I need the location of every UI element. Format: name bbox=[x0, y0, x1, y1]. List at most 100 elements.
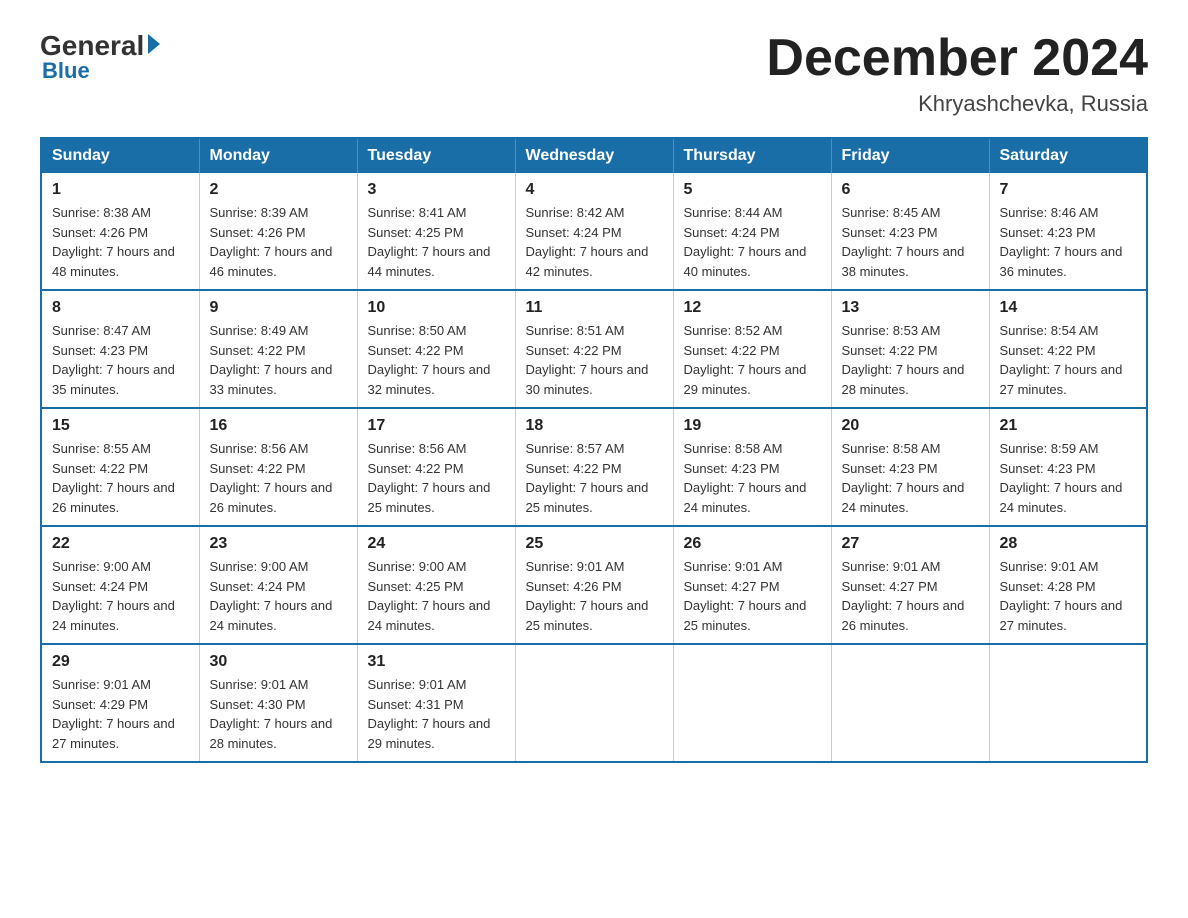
day-number: 4 bbox=[526, 181, 663, 199]
day-number: 15 bbox=[52, 417, 189, 435]
day-cell: 9 Sunrise: 8:49 AM Sunset: 4:22 PM Dayli… bbox=[199, 290, 357, 408]
day-cell: 19 Sunrise: 8:58 AM Sunset: 4:23 PM Dayl… bbox=[673, 408, 831, 526]
day-info: Sunrise: 8:49 AM Sunset: 4:22 PM Dayligh… bbox=[210, 321, 347, 399]
day-cell: 7 Sunrise: 8:46 AM Sunset: 4:23 PM Dayli… bbox=[989, 173, 1147, 290]
day-info: Sunrise: 9:01 AM Sunset: 4:29 PM Dayligh… bbox=[52, 675, 189, 753]
day-cell: 13 Sunrise: 8:53 AM Sunset: 4:22 PM Dayl… bbox=[831, 290, 989, 408]
col-wednesday: Wednesday bbox=[515, 138, 673, 173]
day-number: 16 bbox=[210, 417, 347, 435]
day-info: Sunrise: 9:01 AM Sunset: 4:27 PM Dayligh… bbox=[684, 557, 821, 635]
day-cell: 8 Sunrise: 8:47 AM Sunset: 4:23 PM Dayli… bbox=[41, 290, 199, 408]
col-tuesday: Tuesday bbox=[357, 138, 515, 173]
day-number: 10 bbox=[368, 299, 505, 317]
day-number: 29 bbox=[52, 653, 189, 671]
day-cell: 26 Sunrise: 9:01 AM Sunset: 4:27 PM Dayl… bbox=[673, 526, 831, 644]
day-number: 30 bbox=[210, 653, 347, 671]
day-info: Sunrise: 8:46 AM Sunset: 4:23 PM Dayligh… bbox=[1000, 203, 1137, 281]
day-number: 13 bbox=[842, 299, 979, 317]
logo-arrow-icon bbox=[148, 34, 160, 54]
day-cell: 27 Sunrise: 9:01 AM Sunset: 4:27 PM Dayl… bbox=[831, 526, 989, 644]
day-info: Sunrise: 8:54 AM Sunset: 4:22 PM Dayligh… bbox=[1000, 321, 1137, 399]
day-info: Sunrise: 9:01 AM Sunset: 4:30 PM Dayligh… bbox=[210, 675, 347, 753]
day-info: Sunrise: 8:56 AM Sunset: 4:22 PM Dayligh… bbox=[368, 439, 505, 517]
day-number: 25 bbox=[526, 535, 663, 553]
day-cell: 16 Sunrise: 8:56 AM Sunset: 4:22 PM Dayl… bbox=[199, 408, 357, 526]
day-cell: 5 Sunrise: 8:44 AM Sunset: 4:24 PM Dayli… bbox=[673, 173, 831, 290]
day-number: 9 bbox=[210, 299, 347, 317]
day-info: Sunrise: 9:00 AM Sunset: 4:24 PM Dayligh… bbox=[52, 557, 189, 635]
day-cell: 6 Sunrise: 8:45 AM Sunset: 4:23 PM Dayli… bbox=[831, 173, 989, 290]
day-info: Sunrise: 9:01 AM Sunset: 4:27 PM Dayligh… bbox=[842, 557, 979, 635]
title-block: December 2024 Khryashchevka, Russia bbox=[766, 30, 1148, 117]
empty-cell bbox=[673, 644, 831, 762]
day-info: Sunrise: 8:50 AM Sunset: 4:22 PM Dayligh… bbox=[368, 321, 505, 399]
col-friday: Friday bbox=[831, 138, 989, 173]
day-number: 17 bbox=[368, 417, 505, 435]
day-cell: 22 Sunrise: 9:00 AM Sunset: 4:24 PM Dayl… bbox=[41, 526, 199, 644]
day-number: 6 bbox=[842, 181, 979, 199]
day-info: Sunrise: 9:01 AM Sunset: 4:31 PM Dayligh… bbox=[368, 675, 505, 753]
day-cell: 10 Sunrise: 8:50 AM Sunset: 4:22 PM Dayl… bbox=[357, 290, 515, 408]
logo-blue-text: Blue bbox=[42, 58, 90, 84]
day-number: 26 bbox=[684, 535, 821, 553]
day-number: 7 bbox=[1000, 181, 1137, 199]
col-monday: Monday bbox=[199, 138, 357, 173]
col-sunday: Sunday bbox=[41, 138, 199, 173]
calendar-week-row: 15 Sunrise: 8:55 AM Sunset: 4:22 PM Dayl… bbox=[41, 408, 1147, 526]
calendar-week-row: 1 Sunrise: 8:38 AM Sunset: 4:26 PM Dayli… bbox=[41, 173, 1147, 290]
day-number: 1 bbox=[52, 181, 189, 199]
day-info: Sunrise: 8:55 AM Sunset: 4:22 PM Dayligh… bbox=[52, 439, 189, 517]
empty-cell bbox=[831, 644, 989, 762]
day-cell: 2 Sunrise: 8:39 AM Sunset: 4:26 PM Dayli… bbox=[199, 173, 357, 290]
day-cell: 14 Sunrise: 8:54 AM Sunset: 4:22 PM Dayl… bbox=[989, 290, 1147, 408]
day-cell: 21 Sunrise: 8:59 AM Sunset: 4:23 PM Dayl… bbox=[989, 408, 1147, 526]
day-cell: 4 Sunrise: 8:42 AM Sunset: 4:24 PM Dayli… bbox=[515, 173, 673, 290]
calendar-week-row: 22 Sunrise: 9:00 AM Sunset: 4:24 PM Dayl… bbox=[41, 526, 1147, 644]
day-info: Sunrise: 8:45 AM Sunset: 4:23 PM Dayligh… bbox=[842, 203, 979, 281]
empty-cell bbox=[989, 644, 1147, 762]
day-cell: 15 Sunrise: 8:55 AM Sunset: 4:22 PM Dayl… bbox=[41, 408, 199, 526]
day-cell: 18 Sunrise: 8:57 AM Sunset: 4:22 PM Dayl… bbox=[515, 408, 673, 526]
day-cell: 11 Sunrise: 8:51 AM Sunset: 4:22 PM Dayl… bbox=[515, 290, 673, 408]
day-info: Sunrise: 9:00 AM Sunset: 4:25 PM Dayligh… bbox=[368, 557, 505, 635]
day-number: 19 bbox=[684, 417, 821, 435]
day-cell: 1 Sunrise: 8:38 AM Sunset: 4:26 PM Dayli… bbox=[41, 173, 199, 290]
location-text: Khryashchevka, Russia bbox=[766, 91, 1148, 117]
day-number: 5 bbox=[684, 181, 821, 199]
day-info: Sunrise: 9:01 AM Sunset: 4:28 PM Dayligh… bbox=[1000, 557, 1137, 635]
day-info: Sunrise: 8:58 AM Sunset: 4:23 PM Dayligh… bbox=[684, 439, 821, 517]
day-number: 8 bbox=[52, 299, 189, 317]
day-number: 21 bbox=[1000, 417, 1137, 435]
day-cell: 25 Sunrise: 9:01 AM Sunset: 4:26 PM Dayl… bbox=[515, 526, 673, 644]
day-cell: 12 Sunrise: 8:52 AM Sunset: 4:22 PM Dayl… bbox=[673, 290, 831, 408]
calendar-week-row: 8 Sunrise: 8:47 AM Sunset: 4:23 PM Dayli… bbox=[41, 290, 1147, 408]
day-info: Sunrise: 8:38 AM Sunset: 4:26 PM Dayligh… bbox=[52, 203, 189, 281]
calendar-week-row: 29 Sunrise: 9:01 AM Sunset: 4:29 PM Dayl… bbox=[41, 644, 1147, 762]
calendar-table: Sunday Monday Tuesday Wednesday Thursday… bbox=[40, 137, 1148, 763]
day-number: 28 bbox=[1000, 535, 1137, 553]
day-info: Sunrise: 9:00 AM Sunset: 4:24 PM Dayligh… bbox=[210, 557, 347, 635]
day-info: Sunrise: 8:47 AM Sunset: 4:23 PM Dayligh… bbox=[52, 321, 189, 399]
logo: General Blue bbox=[40, 30, 160, 84]
day-number: 14 bbox=[1000, 299, 1137, 317]
col-saturday: Saturday bbox=[989, 138, 1147, 173]
day-info: Sunrise: 8:57 AM Sunset: 4:22 PM Dayligh… bbox=[526, 439, 663, 517]
day-cell: 31 Sunrise: 9:01 AM Sunset: 4:31 PM Dayl… bbox=[357, 644, 515, 762]
day-number: 27 bbox=[842, 535, 979, 553]
day-number: 3 bbox=[368, 181, 505, 199]
day-info: Sunrise: 9:01 AM Sunset: 4:26 PM Dayligh… bbox=[526, 557, 663, 635]
day-cell: 29 Sunrise: 9:01 AM Sunset: 4:29 PM Dayl… bbox=[41, 644, 199, 762]
day-info: Sunrise: 8:39 AM Sunset: 4:26 PM Dayligh… bbox=[210, 203, 347, 281]
day-cell: 20 Sunrise: 8:58 AM Sunset: 4:23 PM Dayl… bbox=[831, 408, 989, 526]
day-number: 18 bbox=[526, 417, 663, 435]
day-info: Sunrise: 8:51 AM Sunset: 4:22 PM Dayligh… bbox=[526, 321, 663, 399]
calendar-header-row: Sunday Monday Tuesday Wednesday Thursday… bbox=[41, 138, 1147, 173]
day-info: Sunrise: 8:59 AM Sunset: 4:23 PM Dayligh… bbox=[1000, 439, 1137, 517]
day-cell: 3 Sunrise: 8:41 AM Sunset: 4:25 PM Dayli… bbox=[357, 173, 515, 290]
day-number: 12 bbox=[684, 299, 821, 317]
day-cell: 23 Sunrise: 9:00 AM Sunset: 4:24 PM Dayl… bbox=[199, 526, 357, 644]
day-info: Sunrise: 8:56 AM Sunset: 4:22 PM Dayligh… bbox=[210, 439, 347, 517]
day-number: 20 bbox=[842, 417, 979, 435]
day-number: 23 bbox=[210, 535, 347, 553]
day-info: Sunrise: 8:44 AM Sunset: 4:24 PM Dayligh… bbox=[684, 203, 821, 281]
